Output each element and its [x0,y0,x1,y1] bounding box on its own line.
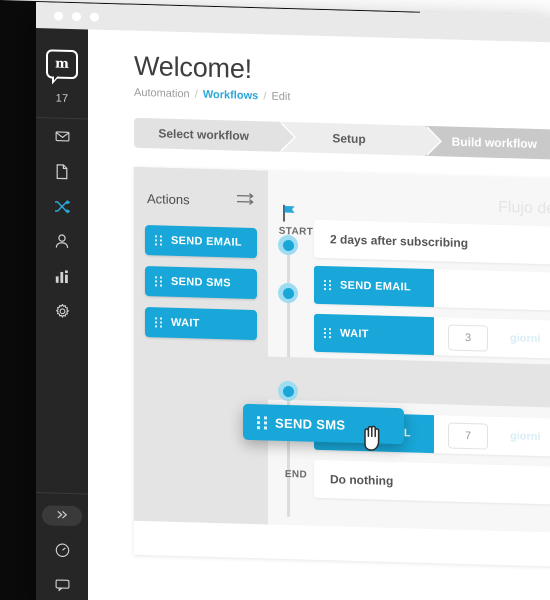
user-icon [55,234,69,249]
action-chip-label: SEND SMS [171,275,231,290]
step-arrow [424,125,440,157]
breadcrumb-root[interactable]: Automation [134,87,190,101]
action-chip-send-email[interactable]: SEND EMAIL [145,225,257,259]
row-action-body: WAIT 3 giorni [314,313,550,361]
notification-count: 17 [55,92,69,105]
timeline-node-dot[interactable] [278,380,298,402]
sidebar-bottom-group [36,479,88,600]
app-sidebar: m 17 [36,28,88,600]
breadcrumb-separator-2: / [263,90,267,103]
step-label: Build workflow [451,134,537,151]
wait-unit-label: giorni [510,332,541,346]
workflow-row-trigger[interactable]: 2 days after subscribing [314,219,550,267]
workflow-canvas: Flujo de t START 2 days after subscribin… [134,170,550,567]
timeline-node-dot[interactable] [278,282,298,304]
row-action-body: SEND EMAIL [314,265,550,313]
grabbing-hand-cursor [360,422,386,453]
action-chip-send-sms[interactable]: SEND SMS [145,266,257,300]
workflow-stepper: Select workflow Setup Build workflow [134,117,550,160]
workflow-row-wait[interactable]: WAIT 3 giorni [314,313,550,361]
send-email-unit-label: giorni [510,430,541,444]
bar-chart-icon [55,269,70,283]
sidebar-item-statistics[interactable] [36,258,88,294]
action-chip-label: SEND EMAIL [171,234,242,249]
drag-grip-icon[interactable] [155,317,162,328]
drag-grip-icon[interactable] [155,276,162,287]
wait-value-input[interactable]: 3 [448,324,488,352]
double-arrow-right-icon[interactable] [236,191,256,213]
step-select-workflow[interactable]: Select workflow [134,117,297,153]
shuffle-icon [54,199,70,213]
sidebar-item-settings[interactable] [36,293,88,329]
browser-window: m 17 Welcome! Automation / Workflows / E… [36,2,550,600]
window-minimize-dot[interactable] [72,11,81,21]
row-action-label: WAIT [340,327,369,341]
envelope-icon [55,129,70,144]
row-label: Do nothing [314,459,550,507]
row-action-chip[interactable]: SEND EMAIL [314,265,434,308]
drag-grip-icon[interactable] [257,415,267,429]
window-maximize-dot[interactable] [90,12,99,22]
dragged-card-label: SEND SMS [275,415,346,433]
step-label: Setup [332,131,366,147]
workflow-builder: Actions SEND EMAIL SEND SMS WAIT Flujo d… [134,166,550,567]
page-title: Welcome! [134,50,252,85]
breadcrumb-separator-1: / [194,88,198,101]
actions-panel-header: Actions [134,167,268,213]
sidebar-item-contacts[interactable] [36,223,88,259]
sidebar-item-messages[interactable] [36,118,88,154]
speedometer-icon [55,543,70,558]
sidebar-item-automation[interactable] [36,188,88,224]
step-label: Select workflow [158,126,250,143]
scene: m 17 Welcome! Automation / Workflows / E… [0,0,550,600]
page-header: Welcome! Automation / Workflows / Edit [88,29,550,110]
logo-bubble-icon: m [46,48,78,79]
double-chevron-right-icon [56,507,69,525]
main-content: Welcome! Automation / Workflows / Edit S… [88,29,550,600]
step-build-workflow[interactable]: Build workflow [424,125,550,160]
action-chip-wait[interactable]: WAIT [145,307,257,341]
actions-title: Actions [147,191,190,208]
actions-list: SEND EMAIL SEND SMS WAIT [134,209,268,341]
send-email-value-input[interactable]: 7 [448,422,488,450]
timeline-node-dot[interactable] [278,234,298,256]
drag-grip-icon[interactable] [155,235,162,246]
app-logo[interactable]: m [45,46,79,81]
sidebar-item-expand-sidebar[interactable] [42,505,82,527]
action-chip-label: WAIT [171,316,200,330]
window-close-dot[interactable] [54,11,63,21]
gear-icon [55,303,70,319]
drag-grip-icon[interactable] [324,280,331,291]
sidebar-item-pages[interactable] [36,153,88,189]
sidebar-item-performance[interactable] [36,532,88,568]
canvas-watermark-title: Flujo de t [498,198,550,218]
sidebar-divider-bottom [36,492,88,495]
flag-icon [281,204,297,222]
row-action-chip[interactable]: WAIT [314,313,434,356]
chat-bubble-icon [55,579,70,592]
row-label: 2 days after subscribing [314,219,550,267]
row-action-label: SEND EMAIL [340,279,411,294]
step-arrow [279,121,295,153]
sidebar-item-support-chat[interactable] [36,567,88,600]
breadcrumb-workflows-link[interactable]: Workflows [203,89,258,103]
workflow-row-send-email-1[interactable]: SEND EMAIL [314,265,550,313]
document-icon [55,163,69,179]
workflow-row-end[interactable]: Do nothing [314,459,550,507]
breadcrumb-leaf: Edit [271,90,291,104]
drag-grip-icon[interactable] [324,328,331,339]
step-setup[interactable]: Setup [279,121,442,157]
